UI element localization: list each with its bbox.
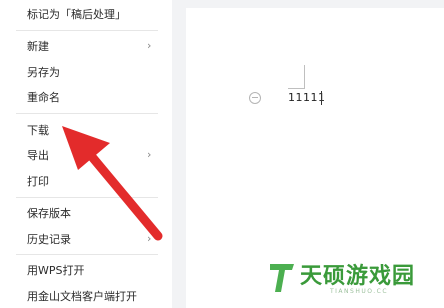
menu-item-new[interactable]: 新建 › xyxy=(0,34,172,58)
paragraph-handle-icon[interactable] xyxy=(249,92,261,104)
menu-item-label: 历史记录 xyxy=(27,233,71,246)
menu-item-label: 保存版本 xyxy=(27,207,71,220)
margin-corner-mark xyxy=(288,65,305,89)
menu-item-label: 打印 xyxy=(27,175,49,188)
menu-divider xyxy=(16,197,158,198)
watermark-brand: 天硕游戏园 xyxy=(300,264,416,289)
watermark-logo-icon xyxy=(270,264,294,292)
file-menu: 标记为「稿后处理」 新建 › 另存为 重命名 下载 导出 › 打印 保存版本 历… xyxy=(0,0,172,308)
document-text[interactable]: 11111 xyxy=(288,91,326,104)
menu-item-export[interactable]: 导出 › xyxy=(0,143,172,167)
menu-item-label: 导出 xyxy=(27,149,49,162)
menu-item-rename[interactable]: 重命名 xyxy=(0,85,172,109)
chevron-right-icon: › xyxy=(147,148,152,161)
menu-item-label: 另存为 xyxy=(27,66,60,79)
menu-item-download[interactable]: 下载 xyxy=(0,118,172,142)
menu-divider xyxy=(16,113,158,114)
menu-item-save-version[interactable]: 保存版本 xyxy=(0,201,172,225)
menu-divider xyxy=(16,254,158,255)
menu-item-label: 下载 xyxy=(27,124,49,137)
menu-item-save-as[interactable]: 另存为 xyxy=(0,60,172,84)
menu-item-open-with-wps[interactable]: 用WPS打开 xyxy=(0,258,172,282)
watermark-domain: TIANSHUO.CC xyxy=(330,288,389,295)
menu-item-label: 重命名 xyxy=(27,91,60,104)
menu-item-label: 新建 xyxy=(27,40,49,53)
menu-item-print[interactable]: 打印 xyxy=(0,169,172,193)
menu-item-history[interactable]: 历史记录 › xyxy=(0,227,172,251)
text-caret xyxy=(321,91,322,105)
workspace-gutter xyxy=(172,0,186,308)
menu-item-label: 标记为「稿后处理」 xyxy=(27,8,126,21)
menu-item-label: 用金山文档客户端打开 xyxy=(27,290,137,303)
chevron-right-icon: › xyxy=(147,39,152,52)
menu-divider xyxy=(16,30,158,31)
menu-item-open-with-client[interactable]: 用金山文档客户端打开 xyxy=(0,284,172,308)
watermark: 天硕游戏园 TIANSHUO.CC xyxy=(268,258,444,308)
chevron-right-icon: › xyxy=(147,232,152,245)
menu-item-mark-post-processing[interactable]: 标记为「稿后处理」 xyxy=(0,2,172,26)
menu-item-label: 用WPS打开 xyxy=(27,264,85,277)
